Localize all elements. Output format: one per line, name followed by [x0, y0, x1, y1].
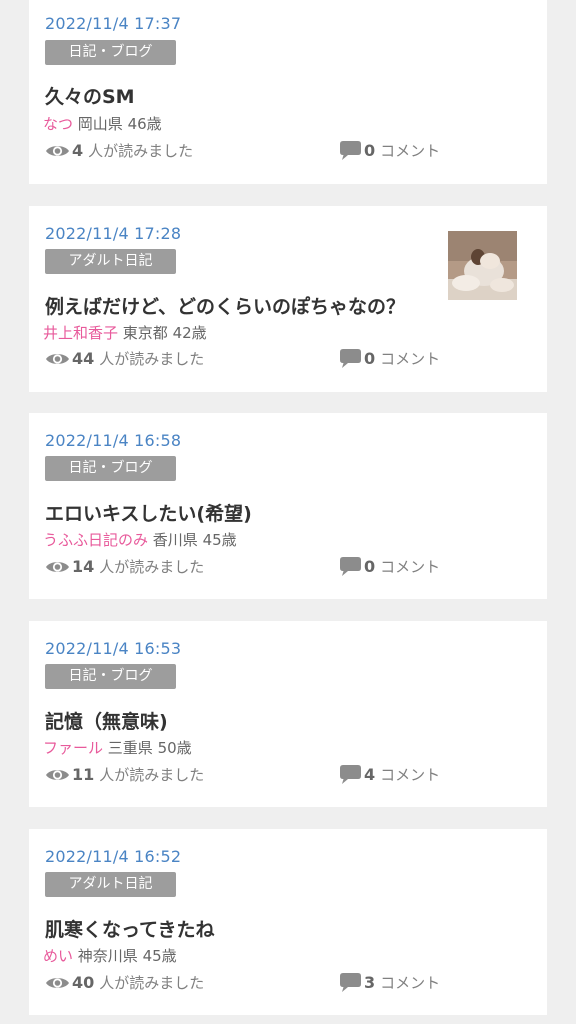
post-stats: 11 人が読みました 4 コメント [45, 764, 465, 788]
eye-icon [46, 561, 69, 572]
speech-bubble-icon [340, 141, 361, 160]
diary-feed: 2022/11/4 17:37 日記・ブログ 久々のSM なつ 岡山県 46歳 … [0, 0, 576, 1024]
views-count: 44 [72, 349, 95, 368]
author-location-age: 香川県 45歳 [152, 531, 237, 549]
comments-count: 0 [364, 349, 376, 368]
eye-icon [46, 353, 69, 364]
post-title[interactable]: 記憶（無意味) [45, 707, 168, 734]
views-stat: 44 人が読みました [45, 348, 204, 369]
post-title[interactable]: 久々のSM [45, 82, 135, 109]
speech-bubble-icon [340, 557, 361, 576]
views-label: 人が読みました [99, 766, 205, 784]
speech-bubble-icon [340, 349, 361, 368]
author-line: めい 神奈川県 45歳 [43, 945, 177, 966]
comments-label: コメント [380, 974, 441, 992]
category-badge[interactable]: 日記・ブログ [45, 40, 176, 65]
comments-label: コメント [380, 142, 441, 160]
author-name[interactable]: めい [43, 947, 73, 965]
comments-stat[interactable]: 0 コメント [339, 348, 440, 369]
views-stat: 14 人が読みました [45, 556, 204, 577]
eye-icon [46, 977, 69, 988]
author-line: ファール 三重県 50歳 [43, 737, 192, 758]
speech-bubble-icon [340, 765, 361, 784]
post-card[interactable]: 2022/11/4 16:53 日記・ブログ 記憶（無意味) ファール 三重県 … [29, 621, 547, 807]
views-label: 人が読みました [88, 142, 194, 160]
comments-stat[interactable]: 0 コメント [339, 556, 440, 577]
views-count: 4 [72, 141, 84, 160]
post-date: 2022/11/4 16:58 [45, 431, 182, 450]
author-line: 井上和香子 東京都 42歳 [43, 322, 207, 343]
category-badge[interactable]: 日記・ブログ [45, 456, 176, 481]
comments-stat[interactable]: 3 コメント [339, 972, 440, 993]
comments-count: 0 [364, 141, 376, 160]
post-title[interactable]: 肌寒くなってきたね [45, 915, 214, 942]
post-card[interactable]: 2022/11/4 16:58 日記・ブログ エロいキスしたい(希望) うふふ日… [29, 413, 547, 599]
post-date: 2022/11/4 16:52 [45, 847, 182, 866]
author-name[interactable]: ファール [43, 739, 103, 757]
author-name[interactable]: 井上和香子 [43, 324, 118, 342]
comments-label: コメント [380, 350, 441, 368]
comments-count: 4 [364, 765, 376, 784]
comments-label: コメント [380, 766, 441, 784]
author-location-age: 岡山県 46歳 [77, 115, 162, 133]
post-stats: 14 人が読みました 0 コメント [45, 556, 465, 580]
views-label: 人が読みました [99, 558, 205, 576]
comments-stat[interactable]: 0 コメント [339, 140, 440, 161]
author-location-age: 三重県 50歳 [107, 739, 192, 757]
views-count: 14 [72, 557, 95, 576]
author-location-age: 東京都 42歳 [122, 324, 207, 342]
views-stat: 11 人が読みました [45, 764, 204, 785]
views-label: 人が読みました [99, 974, 205, 992]
post-date: 2022/11/4 17:37 [45, 14, 182, 33]
views-label: 人が読みました [99, 350, 205, 368]
post-stats: 4 人が読みました 0 コメント [45, 140, 465, 164]
category-badge[interactable]: 日記・ブログ [45, 664, 176, 689]
post-stats: 44 人が読みました 0 コメント [45, 348, 465, 372]
author-line: なつ 岡山県 46歳 [43, 113, 162, 134]
comments-label: コメント [380, 558, 441, 576]
category-badge[interactable]: アダルト日記 [45, 872, 176, 897]
views-count: 40 [72, 973, 95, 992]
views-count: 11 [72, 765, 95, 784]
views-stat: 4 人が読みました [45, 140, 193, 161]
author-line: うふふ日記のみ 香川県 45歳 [43, 529, 237, 550]
comments-count: 3 [364, 973, 376, 992]
post-date: 2022/11/4 17:28 [45, 224, 182, 243]
post-card[interactable]: 2022/11/4 17:37 日記・ブログ 久々のSM なつ 岡山県 46歳 … [29, 0, 547, 184]
category-badge[interactable]: アダルト日記 [45, 249, 176, 274]
post-thumbnail[interactable] [448, 231, 517, 300]
eye-icon [46, 769, 69, 780]
comments-count: 0 [364, 557, 376, 576]
author-name[interactable]: なつ [43, 115, 73, 133]
post-card[interactable]: 2022/11/4 16:52 アダルト日記 肌寒くなってきたね めい 神奈川県… [29, 829, 547, 1015]
post-stats: 40 人が読みました 3 コメント [45, 972, 465, 996]
post-date: 2022/11/4 16:53 [45, 639, 182, 658]
views-stat: 40 人が読みました [45, 972, 204, 993]
eye-icon [46, 145, 69, 156]
comments-stat[interactable]: 4 コメント [339, 764, 440, 785]
author-location-age: 神奈川県 45歳 [77, 947, 177, 965]
speech-bubble-icon [340, 973, 361, 992]
thumbnail-photo [448, 231, 517, 300]
author-name[interactable]: うふふ日記のみ [43, 531, 148, 549]
post-card[interactable]: 2022/11/4 17:28 アダルト日記 例えばだけど、どのくらいのぽちゃな… [29, 206, 547, 392]
post-title[interactable]: 例えばだけど、どのくらいのぽちゃなの？ [45, 292, 405, 319]
post-title[interactable]: エロいキスしたい(希望) [45, 499, 252, 526]
